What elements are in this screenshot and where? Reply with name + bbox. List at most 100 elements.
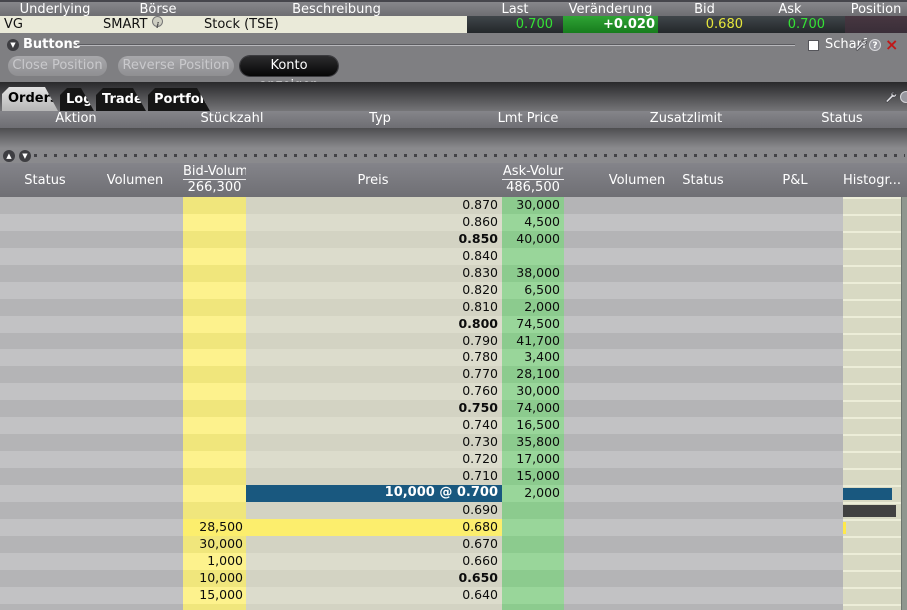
ladder-col-ask-volume[interactable]: Ask-Volur 486,500 <box>502 164 564 196</box>
price-cell[interactable]: 0.780 <box>246 349 502 367</box>
ladder-col-histogram[interactable]: Histogr... <box>843 173 901 189</box>
price-cell[interactable]: 0.840 <box>246 247 502 265</box>
bid-volume-cell[interactable] <box>183 197 246 214</box>
bid-volume-cell[interactable] <box>183 451 246 468</box>
price-cell[interactable]: 0.850 <box>246 230 502 248</box>
bid-volume-cell[interactable]: 28,500 <box>183 518 246 536</box>
armed-checkbox[interactable] <box>808 40 819 51</box>
bid-volume-cell[interactable] <box>183 484 246 502</box>
orders-col-status[interactable]: Status <box>792 111 892 128</box>
help-icon[interactable] <box>900 91 907 103</box>
bid-volume-cell[interactable]: 15,000 <box>183 586 246 604</box>
ask-volume-cell[interactable]: 6,500 <box>502 281 564 299</box>
ask-volume-cell[interactable] <box>502 552 564 570</box>
show-account-button[interactable]: Konto anzeigen <box>240 56 338 93</box>
bid-volume-cell[interactable]: 1,000 <box>183 552 246 570</box>
bid-volume-cell[interactable] <box>183 383 246 401</box>
help-icon[interactable]: ? <box>869 39 881 51</box>
ask-volume-cell[interactable]: 41,700 <box>502 332 564 350</box>
ask-volume-cell[interactable] <box>502 501 564 519</box>
orders-col-lmt-price[interactable]: Lmt Price <box>478 111 578 128</box>
ladder-col-status-right[interactable]: Status <box>663 173 743 189</box>
orders-col-zusatzlimit[interactable]: Zusatzlimit <box>636 111 736 128</box>
ladder-col-status-left[interactable]: Status <box>10 173 80 189</box>
tab-trades[interactable]: Trades <box>96 88 146 111</box>
price-cell[interactable]: 0.770 <box>246 366 502 384</box>
reverse-position-button[interactable]: Reverse Position <box>118 56 234 76</box>
bid-volume-cell[interactable] <box>183 332 246 350</box>
ladder-col-preis[interactable]: Preis <box>313 173 433 189</box>
price-cell[interactable]: 0.870 <box>246 197 502 214</box>
bid-volume-cell[interactable] <box>183 400 246 418</box>
bid-volume-cell[interactable] <box>183 281 246 299</box>
ask-volume-cell[interactable]: 38,000 <box>502 264 564 282</box>
price-cell[interactable]: 0.670 <box>246 535 502 553</box>
ask-volume-cell[interactable] <box>502 518 564 536</box>
bid-volume-cell[interactable] <box>183 213 246 231</box>
ask-volume-cell[interactable]: 15,000 <box>502 468 564 485</box>
price-cell[interactable]: 0.690 <box>246 501 502 519</box>
splitter-down-icon[interactable]: ▼ <box>19 150 31 162</box>
ask-volume-cell[interactable]: 17,000 <box>502 451 564 468</box>
orders-col-stueckzahl[interactable]: Stückzahl <box>182 111 282 128</box>
price-cell[interactable]: 0.710 <box>246 468 502 485</box>
bid-volume-cell[interactable] <box>183 247 246 265</box>
ladder-col-pnl[interactable]: P&L <box>755 173 835 189</box>
ladder-col-bid-volume[interactable]: Bid-Volum 266,300 <box>183 164 246 196</box>
close-window-icon[interactable]: × <box>885 35 898 54</box>
bid-volume-cell[interactable] <box>183 468 246 485</box>
ask-volume-cell[interactable]: 35,800 <box>502 434 564 452</box>
ask-volume-cell[interactable]: 30,000 <box>502 197 564 214</box>
ask-volume-cell[interactable]: 74,000 <box>502 400 564 418</box>
quote-contract-section[interactable]: VG SMART i Stock (TSE) <box>0 16 467 33</box>
ask-volume-cell[interactable] <box>502 535 564 553</box>
ask-volume-cell[interactable]: 30,000 <box>502 383 564 401</box>
bid-volume-cell[interactable] <box>183 434 246 452</box>
price-cell[interactable]: 0.820 <box>246 281 502 299</box>
price-cell[interactable]: 0.810 <box>246 298 502 316</box>
ask-volume-cell[interactable]: 74,500 <box>502 315 564 333</box>
price-cell[interactable]: 0.740 <box>246 417 502 435</box>
ask-volume-cell[interactable]: 40,000 <box>502 230 564 248</box>
close-position-button[interactable]: Close Position <box>8 56 107 76</box>
bid-volume-cell[interactable]: 30,000 <box>183 535 246 553</box>
price-cell[interactable]: 0.680 <box>246 518 502 536</box>
splitter-up-icon[interactable]: ▲ <box>3 150 15 162</box>
price-cell[interactable]: 0.830 <box>246 264 502 282</box>
price-cell[interactable]: 0.730 <box>246 434 502 452</box>
orders-col-aktion[interactable]: Aktion <box>26 111 126 128</box>
ask-volume-cell[interactable] <box>502 247 564 265</box>
price-cell[interactable]: 0.760 <box>246 383 502 401</box>
tab-orders[interactable]: Orders <box>2 87 58 111</box>
contract-info-icon[interactable]: i <box>152 16 163 30</box>
ask-volume-cell[interactable] <box>502 569 564 587</box>
bid-volume-cell[interactable] <box>183 264 246 282</box>
ladder-scrollbar[interactable] <box>901 197 907 610</box>
ask-volume-cell[interactable]: 16,500 <box>502 417 564 435</box>
ask-volume-cell[interactable]: 28,100 <box>502 366 564 384</box>
price-cell[interactable] <box>246 603 502 610</box>
price-cell[interactable]: 0.860 <box>246 213 502 231</box>
bid-volume-cell[interactable]: 10,000 <box>183 569 246 587</box>
tab-portfolio[interactable]: Portfolio <box>148 88 210 111</box>
splitter-bar[interactable]: ▲ ▼ <box>0 148 907 163</box>
ask-volume-cell[interactable] <box>502 603 564 610</box>
price-cell[interactable]: 0.650 <box>246 569 502 587</box>
wrench-icon[interactable] <box>884 90 897 103</box>
bid-volume-cell[interactable] <box>183 298 246 316</box>
quote-row[interactable]: VG SMART i Stock (TSE) 0.700 +0.020 0.68… <box>0 16 907 33</box>
orders-col-typ[interactable]: Typ <box>330 111 430 128</box>
bid-volume-cell[interactable] <box>183 315 246 333</box>
ask-volume-cell[interactable]: 3,400 <box>502 349 564 367</box>
price-cell[interactable]: 0.800 <box>246 315 502 333</box>
price-cell[interactable]: 0.640 <box>246 586 502 604</box>
collapse-panel-icon[interactable]: ▼ <box>7 39 19 51</box>
wrench-icon[interactable] <box>854 38 867 51</box>
price-cell[interactable]: 10,000 @ 0.700 <box>246 484 502 502</box>
ask-volume-cell[interactable]: 4,500 <box>502 213 564 231</box>
bid-volume-cell[interactable] <box>183 417 246 435</box>
bid-volume-cell[interactable] <box>183 366 246 384</box>
bid-volume-cell[interactable] <box>183 349 246 367</box>
price-cell[interactable]: 0.660 <box>246 552 502 570</box>
ask-volume-cell[interactable] <box>502 586 564 604</box>
